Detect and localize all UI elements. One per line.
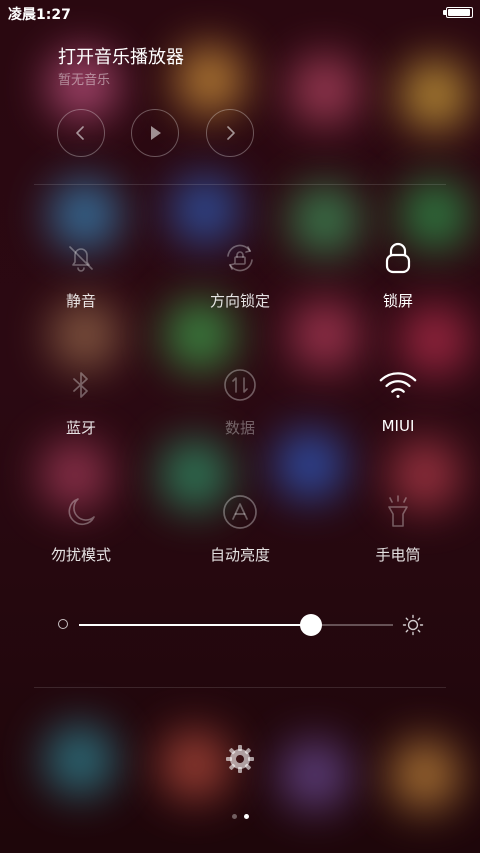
toggle-label: 勿扰模式 [50, 546, 111, 564]
play-button[interactable] [131, 109, 179, 157]
toggle-flashlight[interactable]: 手电筒 [338, 492, 458, 565]
music-status: 暂无音乐 [58, 73, 111, 88]
padlock-icon [378, 238, 418, 278]
toggle-mobile-data[interactable]: 数据 [180, 365, 300, 438]
brightness-low-icon [58, 619, 68, 629]
bluetooth-icon [61, 365, 101, 405]
previous-track-button[interactable] [57, 109, 105, 157]
page-dot [232, 814, 237, 819]
bell-off-icon [61, 238, 101, 278]
status-time: 凌晨1:27 [8, 7, 71, 23]
chevron-right-icon [227, 126, 235, 140]
page-indicator [232, 814, 249, 819]
chevron-left-icon [76, 126, 84, 140]
toggle-label: 蓝牙 [65, 419, 96, 437]
battery-icon [443, 7, 473, 18]
toggle-rotation-lock[interactable]: 方向锁定 [180, 238, 300, 311]
toggle-lock-screen[interactable]: 锁屏 [338, 238, 458, 311]
brightness-slider-thumb[interactable] [300, 614, 323, 636]
toggle-label: MIUI [381, 417, 415, 435]
toggle-bluetooth[interactable]: 蓝牙 [21, 365, 141, 438]
settings-gear-icon[interactable] [224, 743, 256, 775]
toggle-wifi[interactable]: MIUI [338, 365, 458, 435]
toggle-label: 手电筒 [375, 546, 421, 564]
music-player-title[interactable]: 打开音乐播放器 [58, 43, 184, 69]
flashlight-icon [378, 492, 418, 532]
moon-icon [61, 492, 101, 532]
divider [34, 687, 446, 688]
toggle-label: 锁屏 [382, 292, 413, 310]
wifi-icon [378, 365, 418, 405]
toggle-do-not-disturb[interactable]: 勿扰模式 [21, 492, 141, 565]
page-dot [244, 814, 249, 819]
divider [34, 184, 446, 185]
play-icon [151, 126, 161, 140]
toggle-label: 自动亮度 [209, 546, 270, 564]
toggle-mute[interactable]: 静音 [21, 238, 141, 311]
next-track-button[interactable] [206, 109, 254, 157]
brightness-slider[interactable] [79, 614, 393, 636]
rotation-lock-icon [220, 238, 260, 278]
toggle-auto-brightness[interactable]: 自动亮度 [180, 492, 300, 565]
brightness-high-icon [402, 614, 424, 636]
toggle-label: 方向锁定 [209, 292, 270, 310]
toggle-label: 静音 [65, 292, 96, 310]
toggle-label: 数据 [224, 419, 255, 437]
data-arrows-icon [220, 365, 260, 405]
auto-brightness-icon [220, 492, 260, 532]
